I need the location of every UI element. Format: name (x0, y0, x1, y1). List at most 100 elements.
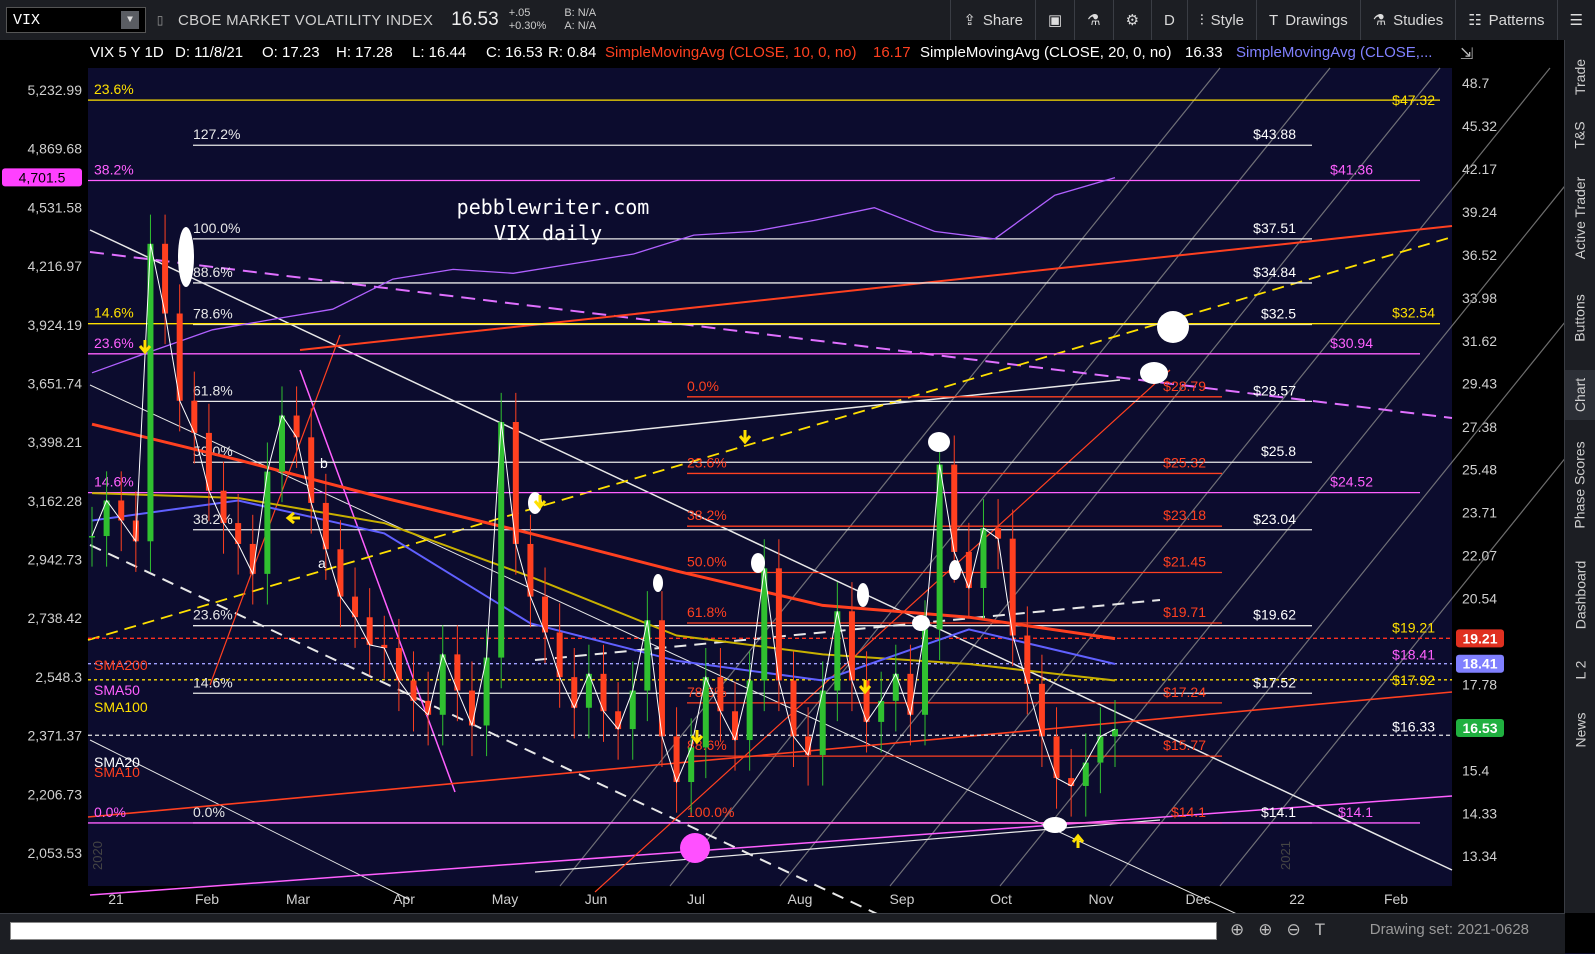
studies-button[interactable]: ⚗ Studies (1359, 0, 1456, 40)
patterns-label: Patterns (1488, 11, 1545, 29)
fib-label: 0.0% (94, 804, 126, 820)
x-axis-area (0, 886, 1565, 913)
sma-label: SMA50 (94, 682, 140, 698)
period-button[interactable]: D (1151, 0, 1187, 40)
x-tick-label: Jun (585, 891, 608, 907)
y-left-tick-label: 2,371.37 (28, 728, 83, 744)
left-axis-area (0, 68, 88, 886)
fib-label: 38.2% (94, 162, 134, 178)
price-chart[interactable]: 48.7 45.32 42.17 39.24 36.52 33.98 31.62 29.43 2… (0, 40, 1565, 913)
studies-lab-button[interactable]: ⚗ (1074, 0, 1112, 40)
tab-chart[interactable]: Chart (1565, 370, 1595, 420)
tab-trade[interactable]: Trade (1565, 52, 1595, 102)
y-left-tick-label: 3,162.28 (28, 493, 83, 509)
fib-label: $41.36 (1330, 162, 1373, 178)
fib-label: 0.0% (193, 804, 225, 820)
fib-label: 38.2% (687, 507, 727, 523)
y-left-tick-label: 2,053.53 (28, 845, 83, 861)
tab-news[interactable]: News (1565, 700, 1595, 760)
fib-label: 23.6% (687, 454, 727, 470)
zoom-in-icon[interactable]: ⊕ (1258, 920, 1272, 940)
fib-label: $19.62 (1253, 607, 1296, 623)
fib-label: 23.6% (94, 81, 134, 97)
tab-dashboard[interactable]: Dashboard (1565, 550, 1595, 640)
fib-label: $37.51 (1253, 220, 1296, 236)
fib-label: 23.6% (94, 335, 134, 351)
tab-t-s[interactable]: T&S (1565, 110, 1595, 160)
flask-icon: ⚗ (1087, 12, 1101, 29)
layout-button[interactable]: ▣ (1034, 0, 1074, 40)
instrument-name: CBOE MARKET VOLATILITY INDEX (178, 11, 434, 29)
style-label: Style (1210, 11, 1245, 29)
fib-label: $19.71 (1163, 604, 1206, 620)
share-button[interactable]: ⇪ Share (950, 0, 1035, 40)
tab-phase-scores[interactable]: Phase Scores (1565, 430, 1595, 540)
y-left-tick-label: 4,216.97 (28, 258, 83, 274)
y-tick-label: 13.34 (1462, 848, 1497, 864)
y-left-tick-label: 3,924.19 (28, 317, 83, 333)
highlight-oval (653, 574, 663, 592)
price-badge-text: 18.41 (1462, 656, 1497, 672)
camera-icon: ▣ (1047, 12, 1063, 29)
bid-value: B: N/A (564, 7, 597, 19)
drawing-set-label[interactable]: Drawing set: 2021-0628 (1370, 921, 1529, 938)
settings-button[interactable]: ⚙ (1112, 0, 1151, 40)
fib-label: $14.1 (1261, 804, 1296, 820)
y-left-tick-label: 3,398.21 (28, 434, 83, 450)
patterns-button[interactable]: ☷ Patterns (1455, 0, 1556, 40)
hamburger-icon: ☰ (1569, 12, 1583, 29)
fib-label: 14.6% (193, 674, 233, 690)
highlight-oval (680, 833, 710, 863)
crosshair-icon[interactable]: ⊕ (1230, 920, 1244, 940)
chevron-down-icon[interactable]: ▼ (121, 11, 139, 29)
status-tools: ⊕ ⊕ ⊖ T (1230, 920, 1325, 940)
y-tick-label: 48.7 (1462, 75, 1489, 91)
highlight-oval (928, 432, 950, 452)
tab-label: News (1572, 712, 1589, 748)
zoom-out-icon[interactable]: ⊖ (1287, 920, 1301, 940)
fib-label: $15.77 (1163, 737, 1206, 753)
wave-label: b (320, 455, 328, 471)
x-tick-label: Feb (195, 891, 219, 907)
tab-buttons[interactable]: Buttons (1565, 278, 1595, 358)
tab-label: Phase Scores (1572, 441, 1589, 529)
change-value: +.05 (508, 7, 531, 19)
chart-svg[interactable]: 48.745.3242.1739.2436.5233.9831.6229.432… (0, 40, 1565, 913)
y-tick-label: 45.32 (1462, 118, 1497, 134)
watermark-title: VIX daily (494, 221, 602, 245)
fib-label: $23.04 (1253, 511, 1296, 527)
horizontal-scrollbar[interactable] (10, 922, 1217, 940)
patterns-icon: ☷ (1468, 12, 1482, 29)
y-left-tick-label: 2,942.73 (28, 552, 83, 568)
y-tick-label: 17.78 (1462, 676, 1497, 692)
chart-toolbar: VIX ▼ ▯ CBOE MARKET VOLATILITY INDEX 16.… (0, 0, 1595, 41)
tab-label: Trade (1572, 58, 1588, 96)
spx-last-badge-text: 4,701.5 (19, 169, 66, 185)
text-tool-icon[interactable]: T (1315, 920, 1325, 940)
gear-icon: ⚙ (1125, 12, 1140, 29)
tab-label: L 2 (1571, 660, 1588, 680)
symbol-selector[interactable]: VIX ▼ (6, 7, 146, 33)
drawings-button[interactable]: T Drawings (1256, 0, 1360, 40)
tab-l-2[interactable]: L 2 (1565, 650, 1595, 690)
link-icon[interactable]: ▯ (152, 7, 168, 33)
fib-label: 0.0% (687, 378, 719, 394)
candles-icon: ⫶ (1199, 11, 1204, 29)
fib-label: $30.94 (1330, 335, 1373, 351)
menu-button[interactable]: ☰ (1556, 0, 1595, 40)
tab-active-trader[interactable]: Active Trader (1565, 168, 1595, 268)
style-button[interactable]: ⫶ Style (1186, 0, 1256, 40)
sma-label: SMA100 (94, 699, 148, 715)
fib-label: 100.0% (193, 220, 240, 236)
y-tick-label: 39.24 (1462, 204, 1497, 220)
highlight-oval (1140, 362, 1168, 384)
legend-text: O: 17.23 (262, 44, 320, 61)
sma-label: SMA10 (94, 764, 140, 780)
x-tick-label: Aug (788, 891, 813, 907)
share-label: Share (982, 11, 1023, 29)
y-left-tick-label: 2,206.73 (28, 786, 83, 802)
sma-label: SMA200 (94, 657, 148, 673)
highlight-oval (178, 227, 194, 287)
y-tick-label: 14.33 (1462, 805, 1497, 821)
drawings-label: Drawings (1285, 11, 1348, 29)
